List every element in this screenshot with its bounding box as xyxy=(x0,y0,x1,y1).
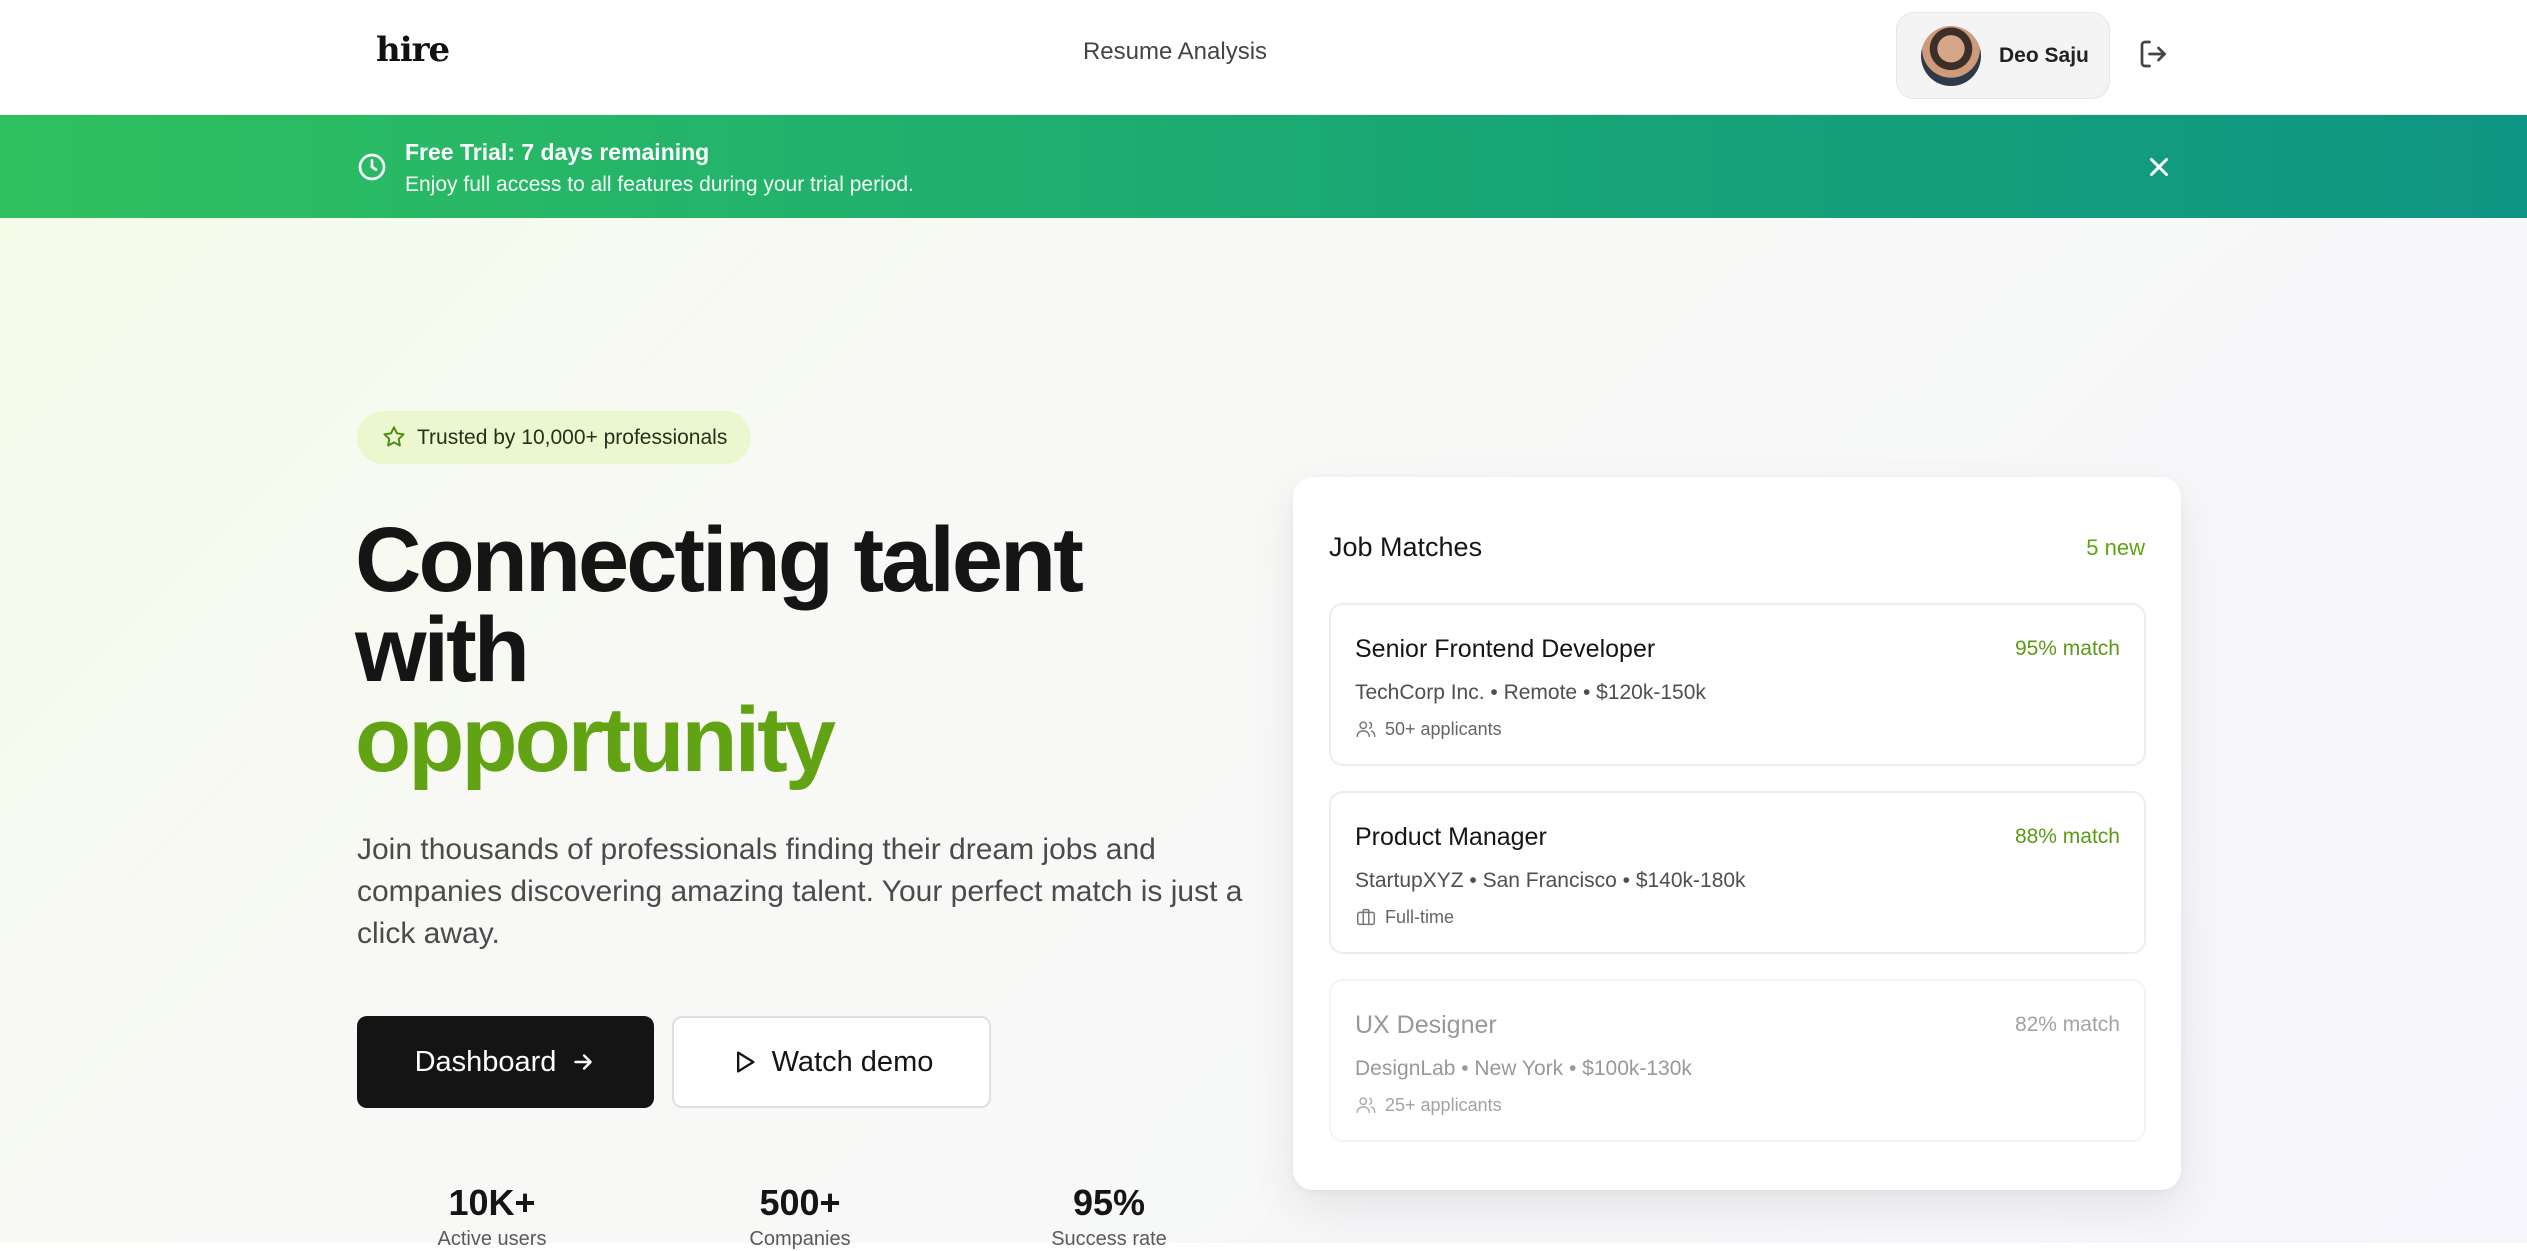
trust-badge: Trusted by 10,000+ professionals xyxy=(357,411,751,464)
watch-demo-button[interactable]: Watch demo xyxy=(672,1016,991,1108)
dashboard-button-label: Dashboard xyxy=(414,1045,557,1078)
job-extra-info: Full-time xyxy=(1355,906,1454,928)
new-matches-count[interactable]: 5 new xyxy=(2086,535,2145,561)
trial-title-prefix: Free Trial: xyxy=(405,139,522,165)
trust-badge-label: Trusted by 10,000+ professionals xyxy=(417,426,728,449)
headline-line-2: with xyxy=(355,599,530,701)
close-icon[interactable] xyxy=(2144,152,2174,182)
play-icon xyxy=(736,1051,755,1073)
match-percentage: 88% match xyxy=(2014,825,2120,848)
stat-value: 500+ xyxy=(759,1182,841,1223)
stat-label: Active users xyxy=(437,1228,547,1250)
job-extra-text: Full-time xyxy=(1385,906,1455,927)
job-extra-info: 50+ applicants xyxy=(1355,718,1502,740)
job-title: UX Designer xyxy=(1355,1011,1497,1039)
trial-title: Free Trial: 7 days remaining xyxy=(405,139,709,166)
job-extra-text: 25+ applicants xyxy=(1385,1094,1502,1115)
job-extra-info: 25+ applicants xyxy=(1355,1094,1502,1116)
stat-label: Success rate xyxy=(1051,1228,1167,1250)
job-title: Product Manager xyxy=(1355,823,1547,851)
stat-value: 95% xyxy=(1072,1182,1146,1223)
job-matches-title: Job Matches xyxy=(1329,532,1483,562)
top-header: hire Resume Analysis Deo Saju xyxy=(0,0,2527,115)
trial-banner: Free Trial: 7 days remaining Enjoy full … xyxy=(0,115,2527,218)
star-icon xyxy=(383,426,405,447)
job-match-item[interactable]: Senior Frontend Developer 95% match Tech… xyxy=(1329,603,2146,766)
nav-link-resume-analysis[interactable]: Resume Analysis xyxy=(1050,38,1300,66)
job-extra-text: 50+ applicants xyxy=(1385,718,1502,739)
job-details: DesignLab • New York • $100k-130k xyxy=(1355,1057,1692,1080)
logout-icon[interactable] xyxy=(2136,36,2172,72)
clock-icon xyxy=(358,153,386,181)
brand-logo[interactable]: hire xyxy=(376,30,450,70)
user-name: Deo Saju xyxy=(1999,44,2089,67)
match-percentage: 95% match xyxy=(2014,637,2120,660)
headline-line-1: Connecting talent xyxy=(355,509,1084,611)
trial-subtitle: Enjoy full access to all features during… xyxy=(405,173,914,196)
stat-value: 10K+ xyxy=(448,1182,536,1223)
hero-subtext: Join thousands of professionals finding … xyxy=(357,833,1243,950)
arrow-right-icon xyxy=(574,1054,593,1070)
job-matches-card: Job Matches 5 new Senior Frontend Develo… xyxy=(1293,477,2181,1190)
stat-active-users: 10K+ Active users xyxy=(382,1182,602,1251)
job-details: StartupXYZ • San Francisco • $140k-180k xyxy=(1355,869,1746,892)
hero-headline: Connecting talent with opportunity xyxy=(355,509,1255,791)
users-icon xyxy=(1356,1097,1376,1114)
users-icon xyxy=(1356,721,1376,738)
job-details: TechCorp Inc. • Remote • $120k-150k xyxy=(1355,681,1706,704)
trial-days-remaining: 7 days remaining xyxy=(521,139,710,165)
user-menu[interactable]: Deo Saju xyxy=(1896,12,2110,99)
avatar xyxy=(1921,26,1981,86)
stat-label: Companies xyxy=(749,1228,851,1250)
job-title: Senior Frontend Developer xyxy=(1355,635,1656,663)
job-match-item[interactable]: Product Manager 88% match StartupXYZ • S… xyxy=(1329,791,2146,954)
stat-success-rate: 95% Success rate xyxy=(999,1182,1219,1251)
stat-companies: 500+ Companies xyxy=(690,1182,910,1251)
watch-demo-button-label: Watch demo xyxy=(771,1045,934,1078)
headline-accent: opportunity xyxy=(355,689,836,791)
job-match-item[interactable]: UX Designer 82% match DesignLab • New Yo… xyxy=(1329,979,2146,1142)
match-percentage: 82% match xyxy=(2014,1013,2120,1036)
briefcase-icon xyxy=(1357,908,1375,926)
dashboard-button[interactable]: Dashboard xyxy=(357,1016,654,1108)
